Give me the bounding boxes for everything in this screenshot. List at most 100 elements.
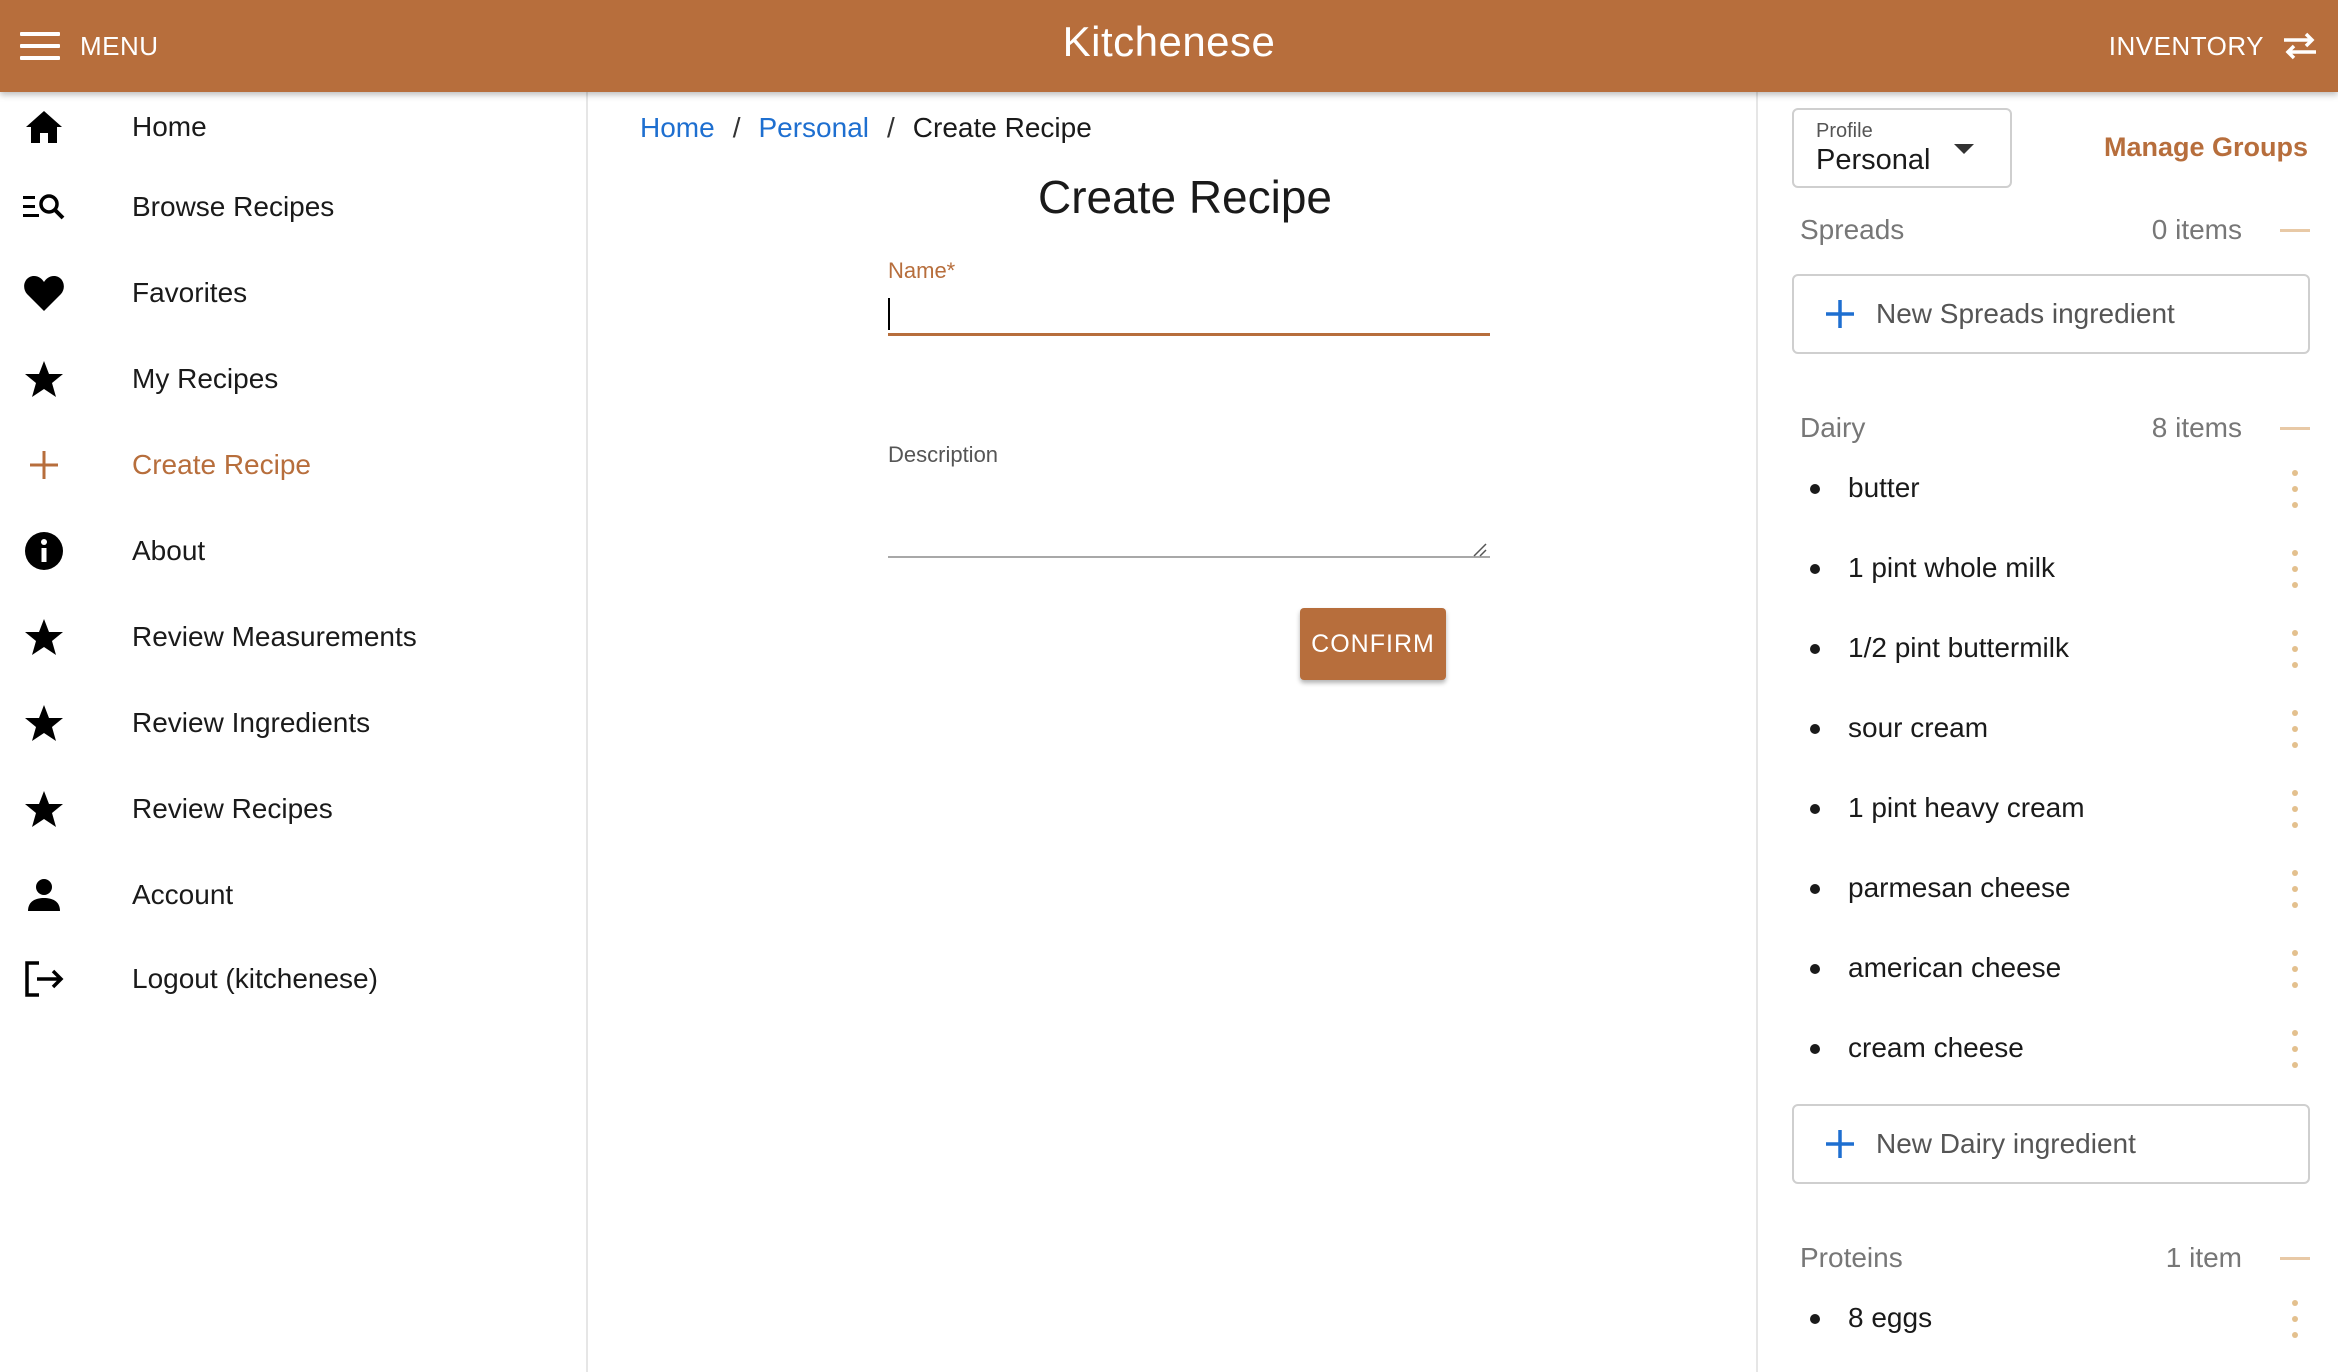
new-spreads-ingredient-button[interactable]: New Spreads ingredient — [1792, 274, 2310, 354]
sidebar-item-label: Browse Recipes — [132, 191, 335, 222]
inventory-panel: Profile Personal Manage Groups Spreads 0… — [1756, 92, 2338, 1372]
manage-groups-button[interactable]: Manage Groups — [2104, 132, 2308, 163]
menu-label: MENU — [80, 30, 159, 61]
inventory-button[interactable]: INVENTORY — [2109, 22, 2320, 70]
sidebar-item-label: Review Ingredients — [132, 707, 371, 738]
plus-icon — [22, 443, 66, 487]
profile-select[interactable]: Profile Personal — [1792, 108, 2012, 188]
ingredient-name: cream cheese — [1848, 1032, 2024, 1063]
ingredient-item: american cheese — [1800, 940, 2310, 1000]
more-options-icon[interactable] — [2280, 550, 2310, 588]
text-cursor — [888, 298, 890, 330]
star-icon — [22, 615, 66, 659]
sidebar-item-about[interactable]: About — [0, 516, 586, 586]
dropdown-arrow-icon — [1954, 144, 1974, 154]
description-field-label: Description — [888, 442, 999, 467]
sidebar-item-logout[interactable]: Logout (kitchenese) — [0, 944, 586, 1014]
sidebar-item-label: Favorites — [132, 277, 248, 308]
ingredient-name: parmesan cheese — [1848, 872, 2071, 903]
more-options-icon[interactable] — [2280, 1030, 2310, 1068]
ingredient-name: 8 eggs — [1848, 1302, 1933, 1333]
description-field: Description — [888, 442, 1490, 562]
new-dairy-ingredient-button[interactable]: New Dairy ingredient — [1792, 1104, 2310, 1184]
sidebar-item-label: About — [132, 535, 206, 566]
profile-select-value: Personal — [1816, 144, 1931, 176]
sidebar-item-review-recipes[interactable]: Review Recipes — [0, 774, 586, 844]
bullet — [1810, 964, 1820, 974]
description-textarea[interactable] — [888, 482, 1490, 558]
more-options-icon[interactable] — [2280, 710, 2310, 748]
bullet — [1810, 884, 1820, 894]
sidebar-item-label: Create Recipe — [132, 449, 311, 480]
ingredient-item: 1/2 pint buttermilk — [1800, 620, 2310, 680]
breadcrumb-current: Create Recipe — [912, 112, 1092, 143]
ingredient-item: butter — [1800, 460, 2310, 520]
more-options-icon[interactable] — [2280, 790, 2310, 828]
ingredient-item: 1 pint whole milk — [1800, 540, 2310, 600]
sidebar-item-review-ingredients[interactable]: Review Ingredients — [0, 688, 586, 758]
ingredient-item: cream cheese — [1800, 1020, 2310, 1080]
star-icon — [22, 787, 66, 831]
group-header-proteins: Proteins 1 item — [1800, 1236, 2310, 1280]
inventory-label: INVENTORY — [2108, 30, 2264, 61]
confirm-button[interactable]: CONFIRM — [1300, 608, 1446, 680]
name-field: Name* — [888, 258, 1490, 442]
more-options-icon[interactable] — [2280, 950, 2310, 988]
sidebar-item-label: Review Measurements — [132, 621, 417, 652]
sidebar: Home Browse Recipes Favorites My Recipes… — [0, 92, 588, 1372]
info-icon — [22, 529, 66, 573]
resize-handle-icon[interactable] — [1472, 542, 1488, 558]
more-options-icon[interactable] — [2280, 470, 2310, 508]
bullet — [1810, 804, 1820, 814]
bullet — [1810, 484, 1820, 494]
ingredient-name: 1 pint whole milk — [1848, 552, 2055, 583]
sidebar-item-label: Logout (kitchenese) — [132, 963, 378, 994]
logout-icon — [22, 957, 66, 1001]
bullet — [1810, 1044, 1820, 1054]
sidebar-item-create-recipe[interactable]: Create Recipe — [0, 430, 586, 500]
sidebar-item-label: Review Recipes — [132, 793, 333, 824]
group-name: Dairy — [1800, 412, 1866, 443]
breadcrumb-home-link[interactable]: Home — [640, 112, 715, 144]
sidebar-item-account[interactable]: Account — [0, 860, 586, 930]
ingredient-name: 1 pint heavy cream — [1848, 792, 2085, 823]
sidebar-item-browse-recipes[interactable]: Browse Recipes — [0, 172, 586, 242]
page-title: Create Recipe — [1037, 171, 1333, 223]
app-title: Kitchenese — [1062, 18, 1276, 65]
sidebar-item-home[interactable]: Home — [0, 92, 586, 162]
heart-icon — [22, 271, 66, 315]
plus-icon — [1826, 1130, 1854, 1158]
sidebar-item-label: My Recipes — [132, 363, 279, 394]
menu-button[interactable]: MENU — [20, 22, 159, 70]
person-icon — [22, 873, 66, 917]
sidebar-item-my-recipes[interactable]: My Recipes — [0, 344, 586, 414]
collapse-minus-icon[interactable] — [2280, 420, 2310, 436]
ingredient-name: american cheese — [1848, 952, 2062, 983]
app-header: MENU Kitchenese INVENTORY — [0, 0, 2338, 92]
browse-search-icon — [22, 185, 66, 229]
more-options-icon[interactable] — [2280, 1300, 2310, 1338]
profile-select-label: Profile — [1816, 120, 1873, 142]
home-icon — [22, 105, 66, 149]
group-header-spreads: Spreads 0 items — [1800, 208, 2310, 252]
bullet — [1810, 644, 1820, 654]
name-input[interactable] — [888, 290, 1490, 336]
group-name: Spreads — [1800, 214, 1905, 245]
bullet — [1810, 564, 1820, 574]
group-count: 8 items — [2151, 412, 2242, 443]
sidebar-item-review-measurements[interactable]: Review Measurements — [0, 602, 586, 672]
breadcrumb-separator: / — [887, 112, 895, 143]
group-header-dairy: Dairy 8 items — [1800, 406, 2310, 450]
collapse-minus-icon[interactable] — [2280, 222, 2310, 238]
more-options-icon[interactable] — [2280, 870, 2310, 908]
sidebar-item-favorites[interactable]: Favorites — [0, 258, 586, 328]
more-options-icon[interactable] — [2280, 630, 2310, 668]
ingredient-name: sour cream — [1848, 712, 1989, 743]
swap-arrows-icon — [2284, 32, 2316, 60]
breadcrumb-personal-link[interactable]: Personal — [758, 112, 869, 144]
breadcrumb-separator: / — [732, 112, 741, 143]
new-ingredient-label: New Dairy ingredient — [1876, 1128, 2136, 1159]
collapse-minus-icon[interactable] — [2280, 1250, 2310, 1266]
group-count: 0 items — [2151, 214, 2242, 245]
ingredient-item: parmesan cheese — [1800, 860, 2310, 920]
